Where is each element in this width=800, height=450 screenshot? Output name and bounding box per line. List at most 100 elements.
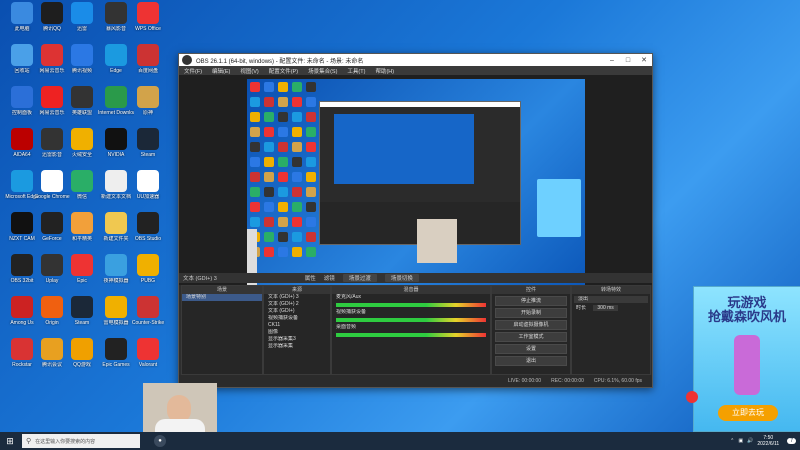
preview-mini-icon <box>264 127 274 137</box>
selected-source-label: 文本 (GDI+) 3 <box>183 276 217 282</box>
desktop-icon[interactable]: 新建文件夹 <box>98 212 134 252</box>
clock[interactable]: 7:50 2022/6/11 <box>757 435 779 447</box>
scene-item[interactable]: 场景特别 <box>182 294 262 301</box>
desktop-icon[interactable]: 和平精英 <box>64 212 100 252</box>
obs-window[interactable]: OBS 26.1.1 (64-bit, windows) - 配置文件: 未命名… <box>178 53 653 388</box>
desktop-icon[interactable]: OBS Studio <box>130 212 166 252</box>
desktop-icon[interactable]: Internet Download <box>98 86 134 126</box>
preview-mini-icon <box>278 217 288 227</box>
desktop-icon[interactable]: 新建文本文档 <box>98 170 134 210</box>
virtual-camera-button[interactable]: 启动虚拟摄像机 <box>495 320 567 330</box>
ad-play-button[interactable]: 立即去玩 <box>718 405 778 421</box>
windows-start-icon[interactable]: ⊞ <box>0 432 20 450</box>
source-item[interactable]: CK11 <box>264 322 330 329</box>
start-recording-button[interactable]: 开始录制 <box>495 308 567 318</box>
tray-chevron-icon[interactable]: ⌃ <box>730 438 734 444</box>
menu-scene-collection[interactable]: 场景集合(S) <box>303 67 342 75</box>
audio-meter[interactable] <box>336 333 486 337</box>
menu-view[interactable]: 视图(V) <box>235 67 263 75</box>
app-icon <box>137 338 159 360</box>
filters-button[interactable]: 滤镜 <box>324 274 335 282</box>
desktop-icon[interactable]: NVIDIA <box>98 128 134 168</box>
preview-mini-icon <box>264 97 274 107</box>
mixer-track-label: 视频捕获设备 <box>336 309 367 315</box>
desktop-icon[interactable]: Epic <box>64 254 100 294</box>
obs-title: OBS 26.1.1 (64-bit, windows) - 配置文件: 未命名… <box>196 58 364 65</box>
exit-button[interactable]: 退出 <box>495 356 567 366</box>
desktop-icon-label: 暴风影音 <box>105 26 126 32</box>
preview-mini-icon <box>264 202 274 212</box>
desktop-icon-label: 夜神模拟器 <box>103 278 129 284</box>
app-icon <box>71 2 93 24</box>
taskbar-search[interactable]: ⚲ 在这里输入你要搜索的内容 <box>22 434 140 448</box>
source-item[interactable]: 文本 (GDI+) 2 <box>264 301 330 308</box>
desktop-icon[interactable]: 夜神模拟器 <box>98 254 134 294</box>
desktop-icon[interactable]: 微信 <box>64 170 100 210</box>
desktop-icon[interactable]: 百度网盘 <box>130 44 166 84</box>
audio-meter[interactable] <box>336 318 486 322</box>
desktop-icon[interactable]: Counter-Strike <box>130 296 166 336</box>
menu-help[interactable]: 帮助(H) <box>370 67 399 75</box>
duration-input[interactable]: 300 ms <box>593 305 618 311</box>
scene-switch-tab[interactable]: 场景切换 <box>384 274 419 282</box>
desktop-icon-label: 腾讯视频 <box>71 68 92 74</box>
notification-badge[interactable]: 7 <box>787 438 796 444</box>
studio-mode-button[interactable]: 工作室模式 <box>495 332 567 342</box>
maximize-icon[interactable]: □ <box>620 57 636 64</box>
app-icon <box>41 86 63 108</box>
desktop-icon[interactable]: QQ游戏 <box>64 338 100 378</box>
preview-canvas[interactable] <box>247 79 585 291</box>
network-icon[interactable]: ▣ <box>738 438 743 444</box>
scene-transitions-tab[interactable]: 场景过渡 <box>342 274 377 282</box>
menu-tools[interactable]: 工具(T) <box>342 67 370 75</box>
source-item[interactable]: 图像 <box>264 329 330 336</box>
preview-mini-icon <box>292 187 302 197</box>
app-icon <box>41 338 63 360</box>
preview-mini-icon <box>250 127 260 137</box>
properties-button[interactable]: 属性 <box>305 274 316 282</box>
desktop-icon[interactable]: Steam <box>64 296 100 336</box>
desktop-icon[interactable]: Edge <box>98 44 134 84</box>
obs-taskbar-icon[interactable]: ● <box>154 435 166 447</box>
desktop-icon[interactable]: WPS Office <box>130 2 166 42</box>
obs-titlebar[interactable]: OBS 26.1.1 (64-bit, windows) - 配置文件: 未命名… <box>179 54 652 66</box>
desktop-icon[interactable]: PUBG <box>130 254 166 294</box>
stop-stream-button[interactable]: 停止推流 <box>495 296 567 306</box>
desktop-icon[interactable]: 英雄联盟 <box>64 86 100 126</box>
controls-dock: 控件 停止推流 开始录制 启动虚拟摄像机 工作室模式 设置 退出 <box>491 285 571 375</box>
preview-mini-icon <box>264 112 274 122</box>
preview-mini-icon <box>292 127 302 137</box>
minimize-icon[interactable]: – <box>604 57 620 64</box>
menu-profile[interactable]: 配置文件(P) <box>264 67 303 75</box>
source-item[interactable]: 显示器采集 <box>264 343 330 350</box>
source-item[interactable]: 视频捕获设备 <box>264 315 330 322</box>
desktop-icon[interactable]: 原神 <box>130 86 166 126</box>
app-icon <box>137 2 159 24</box>
app-icon <box>105 2 127 24</box>
duration-row: 时长 300 ms <box>572 305 650 312</box>
preview-mini-icon <box>292 232 302 242</box>
desktop-icon[interactable]: Epic Games <box>98 338 134 378</box>
desktop-icon[interactable]: 雷电模拟器 <box>98 296 134 336</box>
desktop-icon[interactable]: Valorant <box>130 338 166 378</box>
menu-file[interactable]: 文件(F) <box>179 67 207 75</box>
desktop-icon[interactable]: 迅雷 <box>64 2 100 42</box>
source-item[interactable]: 文本 (GDI+) <box>264 308 330 315</box>
source-item[interactable]: 显示器采集3 <box>264 336 330 343</box>
desktop-icon[interactable]: 火绒安全 <box>64 128 100 168</box>
desktop-icon[interactable]: 腾讯视频 <box>64 44 100 84</box>
menu-edit[interactable]: 编辑(E) <box>207 67 235 75</box>
desktop-icon[interactable]: Steam <box>130 128 166 168</box>
audio-meter[interactable] <box>336 303 486 307</box>
transition-select[interactable]: 淡出 <box>574 296 648 303</box>
system-tray: ⌃ ▣ 🔊 7:50 2022/6/11 7 <box>730 435 800 447</box>
game-ad-popup[interactable]: 玩游戏 抢戴森吹风机 立即去玩 <box>686 286 800 432</box>
settings-button[interactable]: 设置 <box>495 344 567 354</box>
preview-mini-icon <box>278 172 288 182</box>
app-icon <box>11 170 33 192</box>
desktop-icon[interactable]: 暴风影音 <box>98 2 134 42</box>
volume-icon[interactable]: 🔊 <box>747 438 753 444</box>
source-item[interactable]: 文本 (GDI+) 3 <box>264 294 330 301</box>
close-icon[interactable]: ✕ <box>636 56 652 64</box>
desktop-icon[interactable]: UU加速器 <box>130 170 166 210</box>
